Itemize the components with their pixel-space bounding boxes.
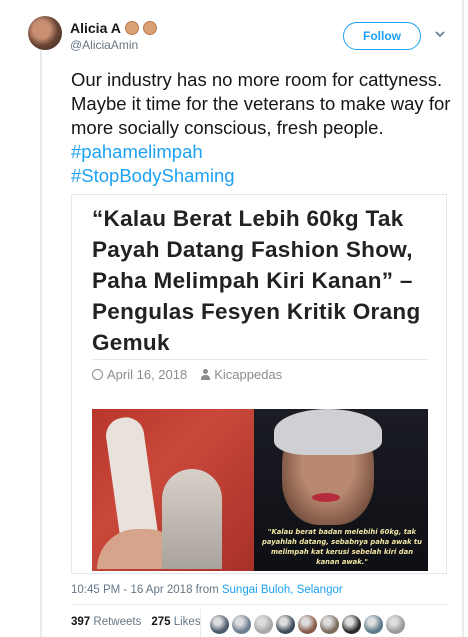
likes-stat[interactable]: 275 Likes [151, 616, 200, 628]
clock-icon [92, 369, 103, 380]
divider [71, 604, 448, 605]
thread-line [40, 50, 42, 637]
card-date: April 16, 2018 [92, 367, 187, 382]
liker-avatar[interactable] [364, 615, 383, 634]
location-link[interactable]: Sungai Buloh, Selangor [222, 584, 343, 596]
user-icon [201, 369, 211, 380]
hashtag-link[interactable]: #StopBodyShaming [71, 165, 235, 186]
article-card[interactable]: “Kalau Berat Lebih 60kg Tak Payah Datang… [71, 194, 447, 574]
right-border [462, 0, 464, 637]
tweet-timestamp: 10:45 PM - 16 Apr 2018 from Sungai Buloh… [71, 584, 343, 596]
author-name-row[interactable]: Alicia A [70, 20, 157, 36]
image-caption: "Kalau berat badan melebihi 60kg, tak pa… [261, 528, 423, 566]
avatar[interactable] [28, 16, 62, 50]
retweets-stat[interactable]: 397 Retweets [71, 616, 141, 628]
divider [92, 359, 428, 360]
runway-photo [92, 409, 254, 571]
card-headline: “Kalau Berat Lebih 60kg Tak Payah Datang… [92, 206, 421, 355]
liker-avatar[interactable] [210, 615, 229, 634]
tweet-text: Our industry has no more room for cattyn… [71, 68, 451, 188]
chevron-down-icon[interactable] [433, 28, 447, 42]
tweet-body: Our industry has no more room for cattyn… [71, 69, 451, 138]
liker-avatar[interactable] [386, 615, 405, 634]
card-meta: April 16, 2018 Kicappedas [92, 367, 282, 382]
raised-fist-icon [124, 21, 139, 35]
author-handle[interactable]: @AliciaAmin [70, 38, 138, 52]
liker-avatars [210, 615, 405, 634]
divider [200, 609, 201, 637]
liker-avatar[interactable] [342, 615, 361, 634]
hashtag-link[interactable]: #pahamelimpah [71, 141, 203, 162]
liker-avatar[interactable] [320, 615, 339, 634]
liker-avatar[interactable] [232, 615, 251, 634]
author-name[interactable]: Alicia A [70, 20, 121, 36]
tweet-stats: 397 Retweets 275 Likes [71, 616, 201, 628]
liker-avatar[interactable] [254, 615, 273, 634]
portrait-photo: "Kalau berat badan melebihi 60kg, tak pa… [254, 409, 428, 571]
timestamp-time[interactable]: 10:45 PM - 16 Apr 2018 from [71, 584, 222, 596]
follow-button[interactable]: Follow [343, 22, 421, 50]
card-author: Kicappedas [201, 367, 282, 382]
tweet-header: Alicia A @AliciaAmin Follow [28, 16, 458, 56]
card-image: "Kalau berat badan melebihi 60kg, tak pa… [92, 409, 428, 571]
raised-fist-icon [142, 21, 157, 35]
liker-avatar[interactable] [276, 615, 295, 634]
liker-avatar[interactable] [298, 615, 317, 634]
